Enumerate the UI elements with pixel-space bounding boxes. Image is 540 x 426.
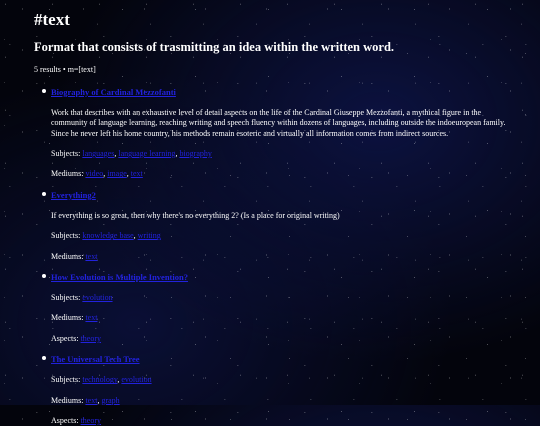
entry-title-link[interactable]: Biography of Cardinal Mezzofanti xyxy=(51,87,176,98)
subjects-row: Subjects: evolution xyxy=(51,293,512,303)
subjects-label: Subjects: xyxy=(51,375,81,385)
entry-title-link[interactable]: How Evolution is Multiple Invention? xyxy=(51,272,188,283)
aspects-label: Aspects: xyxy=(51,333,79,343)
subjects-label: Subjects: xyxy=(51,231,81,241)
medium-link[interactable]: video xyxy=(85,169,103,178)
entry-title-link[interactable]: The Universal Tech Tree xyxy=(51,354,140,365)
subject-link[interactable]: knowledge base xyxy=(82,231,133,240)
list-item: How Evolution is Multiple Invention? Sub… xyxy=(42,272,512,344)
aspects-row: Aspects: theory xyxy=(51,416,512,426)
results-meta: 5 results • m=[text] xyxy=(34,65,96,75)
aspects-row: Aspects: theory xyxy=(51,334,512,344)
subjects-row: Subjects: knowledge base, writing xyxy=(51,231,161,241)
subject-link[interactable]: biography xyxy=(179,149,211,158)
medium-link[interactable]: text xyxy=(131,169,143,178)
medium-link[interactable]: text xyxy=(85,313,97,322)
subject-link[interactable]: technology xyxy=(82,375,117,384)
list-item: Everything2 If everything is so great, t… xyxy=(42,190,512,262)
mediums-label: Mediums: xyxy=(51,169,84,179)
medium-link[interactable]: graph xyxy=(101,396,119,405)
results-list: Biography of Cardinal Mezzofanti Work th… xyxy=(34,87,512,426)
aspect-link[interactable]: theory xyxy=(81,416,101,425)
entry-description: Work that describes with an exhaustive l… xyxy=(51,107,506,138)
list-item: Biography of Cardinal Mezzofanti Work th… xyxy=(42,87,512,180)
medium-link[interactable]: text xyxy=(85,252,97,261)
subject-link[interactable]: evolution xyxy=(121,375,151,384)
mediums-row: Mediums: text, graph xyxy=(51,395,120,405)
page-title: #text xyxy=(34,10,70,29)
aspect-link[interactable]: theory xyxy=(81,334,101,343)
mediums-label: Mediums: xyxy=(51,313,84,323)
bullet-icon xyxy=(42,88,46,93)
bullet-icon xyxy=(42,191,46,196)
mediums-row: Mediums: text xyxy=(51,313,512,323)
medium-link[interactable]: text xyxy=(85,396,97,405)
entry-description: If everything is so great, then why ther… xyxy=(51,210,340,220)
subjects-row: Subjects: languages, language learning, … xyxy=(51,149,212,158)
bullet-icon xyxy=(42,274,46,278)
page-content: #text Format that consists of trasmittin… xyxy=(0,0,512,426)
list-item: The Universal Tech Tree Subjects: techno… xyxy=(42,354,512,426)
subject-link[interactable]: evolution xyxy=(82,293,112,302)
mediums-label: Mediums: xyxy=(51,251,84,261)
bullet-icon xyxy=(42,356,46,361)
subject-link[interactable]: writing xyxy=(138,231,161,240)
mediums-label: Mediums: xyxy=(51,395,84,405)
mediums-row: Mediums: video, image, text xyxy=(51,169,143,179)
aspects-label: Aspects: xyxy=(51,416,79,426)
subjects-label: Subjects: xyxy=(51,293,81,303)
subjects-row: Subjects: technology, evolution xyxy=(51,375,152,385)
subjects-label: Subjects: xyxy=(51,149,81,158)
subject-link[interactable]: languages xyxy=(82,149,114,158)
entry-title-link[interactable]: Everything2 xyxy=(51,190,96,201)
medium-link[interactable]: image xyxy=(107,169,127,178)
subject-link[interactable]: language learning xyxy=(118,149,175,158)
page-subtitle: Format that consists of trasmitting an i… xyxy=(34,40,395,55)
mediums-row: Mediums: text xyxy=(51,252,512,262)
